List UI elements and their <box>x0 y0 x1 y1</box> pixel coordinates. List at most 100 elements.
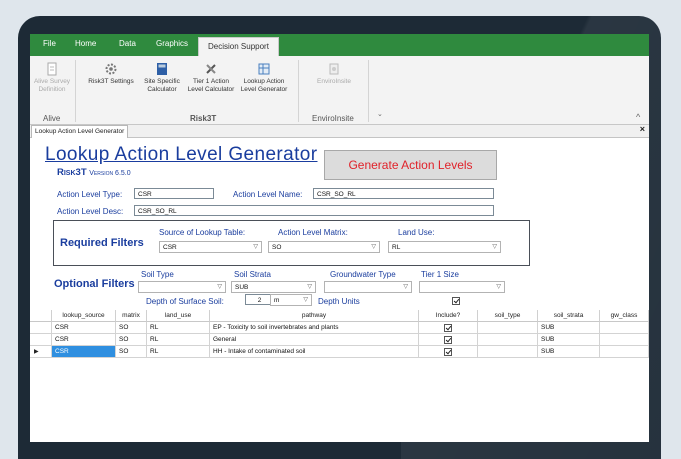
app-name: Risk3T <box>57 167 87 178</box>
grid-cell[interactable] <box>600 322 649 334</box>
envirolnsite-icon <box>329 63 339 75</box>
action-level-desc-label: Action Level Desc: <box>57 207 124 216</box>
app-window: File Home Data Graphics Decision Support… <box>30 34 649 442</box>
grid-cell[interactable] <box>419 334 478 346</box>
grid-cell[interactable]: CSR <box>52 322 116 334</box>
generate-action-levels-button[interactable]: Generate Action Levels <box>324 150 497 180</box>
column-header[interactable]: lookup_source <box>52 310 116 322</box>
close-document-icon[interactable]: × <box>640 124 645 134</box>
tab-decision-support[interactable]: Decision Support <box>198 37 279 57</box>
required-filters-box: Required Filters Source of Lookup Table:… <box>53 220 530 266</box>
ribbon-tab-bar: File Home Data Graphics Decision Support <box>30 34 649 57</box>
grid-cell[interactable] <box>478 346 538 358</box>
document-tab[interactable]: Lookup Action Level Generator <box>31 125 129 138</box>
group-expand-icon[interactable]: ⌄ <box>377 110 383 118</box>
chevron-down-icon: ▽ <box>496 284 501 290</box>
optional-filters-label: Optional Filters <box>54 278 135 290</box>
row-header[interactable] <box>30 334 52 346</box>
row-header-corner <box>30 310 52 322</box>
grid-cell[interactable] <box>600 346 649 358</box>
depth-unit-select[interactable]: m ▽ <box>270 294 312 306</box>
tier1-size-label: Tier 1 Size <box>421 270 459 279</box>
chevron-down-icon: ▽ <box>253 244 258 250</box>
row-header[interactable]: ▶ <box>30 346 52 358</box>
include-checkbox[interactable] <box>444 348 452 356</box>
source-lookup-select[interactable]: CSR ▽ <box>159 241 262 253</box>
depth-surface-soil-label: Depth of Surface Soil: <box>146 297 224 306</box>
tab-data[interactable]: Data <box>119 39 136 48</box>
page-title: Lookup Action Level Generator <box>45 144 318 165</box>
collapse-ribbon-icon[interactable]: ^ <box>636 112 640 122</box>
groundwater-type-select[interactable]: ▽ <box>324 281 412 293</box>
action-level-matrix-select[interactable]: SO ▽ <box>268 241 380 253</box>
row-header[interactable] <box>30 322 52 334</box>
grid-cell[interactable]: CSR <box>52 346 116 358</box>
lookup-form: Lookup Action Level Generator Risk3T Ver… <box>30 138 649 442</box>
column-header[interactable]: gw_class <box>600 310 649 322</box>
grid-cell[interactable]: EP - Toxicity to soil invertebrates and … <box>210 322 419 334</box>
grid-cell[interactable]: SUB <box>538 334 600 346</box>
chevron-down-icon: ▽ <box>307 284 312 290</box>
grid-cell[interactable]: RL <box>147 346 210 358</box>
grid-cell[interactable]: CSR <box>52 334 116 346</box>
tier1-label: Tier 1 Action Level Calculator <box>187 78 235 93</box>
app-subtitle: Risk3T Version 6.5.0 <box>57 167 131 178</box>
current-row-icon: ▶ <box>34 349 39 355</box>
action-level-matrix-label: Action Level Matrix: <box>278 228 348 237</box>
grid-cell[interactable]: SUB <box>538 322 600 334</box>
grid-cell[interactable]: RL <box>147 322 210 334</box>
grid-cell[interactable]: SO <box>116 334 147 346</box>
action-level-desc-field[interactable]: CSR_SO_RL <box>134 205 494 216</box>
depth-units-checkbox[interactable] <box>452 297 460 305</box>
land-use-label: Land Use: <box>398 228 435 237</box>
table-lookup-icon <box>258 63 270 75</box>
risk3t-settings-label: Risk3T Settings <box>88 78 134 85</box>
grid-cell[interactable] <box>478 334 538 346</box>
envirolnsite-button[interactable]: EnviroInsite <box>312 62 356 86</box>
tools-icon <box>206 64 216 74</box>
land-use-select[interactable]: RL ▽ <box>388 241 501 253</box>
alive-survey-button[interactable]: Alive Survey Definition <box>32 62 72 94</box>
document-tab-bar: Lookup Action Level Generator × <box>30 124 649 138</box>
grid-cell[interactable]: SO <box>116 346 147 358</box>
version-label: Version 6.5.0 <box>89 170 131 177</box>
column-header[interactable]: matrix <box>116 310 147 322</box>
grid-cell[interactable] <box>419 322 478 334</box>
include-checkbox[interactable] <box>444 336 452 344</box>
soil-strata-select[interactable]: SUB ▽ <box>231 281 316 293</box>
tab-graphics[interactable]: Graphics <box>156 39 188 48</box>
grid-cell[interactable]: HH - Intake of contaminated soil <box>210 346 419 358</box>
grid-cell[interactable]: General <box>210 334 419 346</box>
tab-file[interactable]: File <box>43 39 56 48</box>
chevron-down-icon: ▽ <box>217 284 222 290</box>
action-level-type-label: Action Level Type: <box>57 190 123 199</box>
lookup-label: Lookup Action Level Generator <box>240 78 288 93</box>
include-checkbox[interactable] <box>444 324 452 332</box>
column-header[interactable]: soil_type <box>478 310 538 322</box>
grid-cell[interactable]: SUB <box>538 346 600 358</box>
alive-survey-label: Alive Survey Definition <box>33 78 71 93</box>
site-specific-calculator-button[interactable]: Site Specific Calculator <box>140 62 184 94</box>
chevron-down-icon: ▽ <box>303 297 308 303</box>
ribbon: Alive Survey Definition Risk3T Settings … <box>30 56 649 125</box>
column-header[interactable]: Include? <box>419 310 478 322</box>
column-header[interactable]: pathway <box>210 310 419 322</box>
tier1-size-select[interactable]: ▽ <box>419 281 505 293</box>
site-specific-label: Site Specific Calculator <box>144 78 180 93</box>
lookup-action-level-button[interactable]: Lookup Action Level Generator <box>238 62 290 94</box>
grid-cell[interactable]: SO <box>116 322 147 334</box>
group-label-envirolnsite: EnviroInsite <box>312 114 354 123</box>
column-header[interactable]: soil_strata <box>538 310 600 322</box>
action-level-name-field[interactable]: CSR_SO_RL <box>313 188 494 199</box>
action-level-type-field[interactable]: CSR <box>134 188 214 199</box>
risk3t-settings-button[interactable]: Risk3T Settings <box>82 62 140 86</box>
grid-cell[interactable]: RL <box>147 334 210 346</box>
grid-cell[interactable] <box>419 346 478 358</box>
column-header[interactable]: land_use <box>147 310 210 322</box>
source-lookup-label: Source of Lookup Table: <box>159 228 246 237</box>
soil-type-select[interactable]: ▽ <box>138 281 226 293</box>
tab-home[interactable]: Home <box>75 39 96 48</box>
tier1-calculator-button[interactable]: Tier 1 Action Level Calculator <box>186 62 236 94</box>
grid-cell[interactable] <box>600 334 649 346</box>
grid-cell[interactable] <box>478 322 538 334</box>
